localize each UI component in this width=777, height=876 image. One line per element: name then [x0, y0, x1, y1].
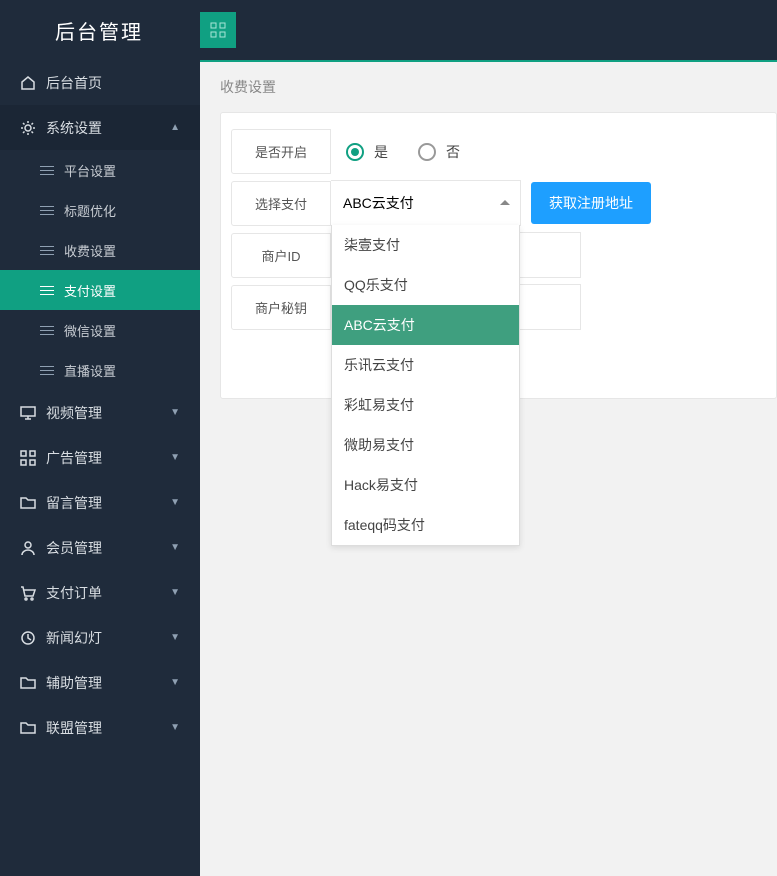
sidebar-item-0[interactable]: 后台首页 — [0, 60, 200, 105]
select-option-5[interactable]: 微助易支付 — [332, 425, 519, 465]
monitor-icon — [20, 405, 36, 421]
select-option-1[interactable]: QQ乐支付 — [332, 265, 519, 305]
sidebar-item-label: 新闻幻灯 — [46, 628, 102, 648]
chevron-down-icon: ▼ — [170, 542, 180, 553]
radio-no[interactable]: 否 — [418, 142, 460, 162]
chevron-up-icon: ▲ — [170, 122, 180, 133]
sidebar-item-label: 系统设置 — [46, 118, 102, 138]
settings-card: 是否开启 是 否 选择支付 ABC云支付 柒壹支付QQ乐支付ABC云支付 — [220, 112, 777, 399]
sidebar: 后台首页系统设置▲平台设置标题优化收费设置支付设置微信设置直播设置视频管理▼广告… — [0, 60, 200, 876]
sidebar-item-label: 留言管理 — [46, 493, 102, 513]
label-merchant-id: 商户ID — [231, 233, 331, 278]
sidebar-sub-item-1-3[interactable]: 支付设置 — [0, 270, 200, 310]
select-pay-options-list: 柒壹支付QQ乐支付ABC云支付乐讯云支付彩虹易支付微助易支付Hack易支付fat… — [331, 225, 520, 546]
lines-icon — [40, 366, 54, 375]
row-enable: 是否开启 是 否 — [221, 129, 776, 174]
sidebar-item-2[interactable]: 视频管理 ▼ — [0, 390, 200, 435]
sidebar-sub-item-1-5[interactable]: 直播设置 — [0, 350, 200, 390]
top-header: 后台管理 — [0, 0, 777, 60]
folder-icon — [20, 675, 36, 691]
clock-icon — [20, 630, 36, 646]
sidebar-sub-item-1-1[interactable]: 标题优化 — [0, 190, 200, 230]
sidebar-item-label: 广告管理 — [46, 448, 102, 468]
breadcrumb: 收费设置 — [200, 62, 777, 112]
sidebar-sub-label: 直播设置 — [64, 361, 116, 380]
user-icon — [20, 540, 36, 556]
row-select-pay: 选择支付 ABC云支付 柒壹支付QQ乐支付ABC云支付乐讯云支付彩虹易支付微助易… — [221, 180, 776, 226]
lines-icon — [40, 246, 54, 255]
select-option-7[interactable]: fateqq码支付 — [332, 505, 519, 545]
folder-icon — [20, 720, 36, 736]
sidebar-sub-item-1-0[interactable]: 平台设置 — [0, 150, 200, 190]
chevron-down-icon: ▼ — [170, 407, 180, 418]
lines-icon — [40, 166, 54, 175]
grid-icon — [20, 450, 36, 466]
sidebar-sub-label: 微信设置 — [64, 321, 116, 340]
cart-icon — [20, 585, 36, 601]
select-option-2[interactable]: ABC云支付 — [332, 305, 519, 345]
chevron-down-icon: ▼ — [170, 722, 180, 733]
select-pay-dropdown[interactable]: ABC云支付 柒壹支付QQ乐支付ABC云支付乐讯云支付彩虹易支付微助易支付Hac… — [331, 180, 521, 226]
lines-icon — [40, 206, 54, 215]
sidebar-item-6[interactable]: 支付订单 ▼ — [0, 570, 200, 615]
radio-yes[interactable]: 是 — [346, 142, 388, 162]
select-pay-value: ABC云支付 — [343, 193, 414, 213]
sidebar-item-label: 后台首页 — [46, 73, 102, 93]
chevron-down-icon: ▼ — [170, 497, 180, 508]
radio-circle-icon — [418, 143, 436, 161]
sidebar-item-5[interactable]: 会员管理 ▼ — [0, 525, 200, 570]
select-option-4[interactable]: 彩虹易支付 — [332, 385, 519, 425]
lines-icon — [40, 286, 54, 295]
sidebar-item-8[interactable]: 辅助管理 ▼ — [0, 660, 200, 705]
chevron-down-icon: ▼ — [170, 677, 180, 688]
chevron-down-icon: ▼ — [170, 587, 180, 598]
sidebar-sub-label: 标题优化 — [64, 201, 116, 220]
radio-circle-icon — [346, 143, 364, 161]
sidebar-item-label: 辅助管理 — [46, 673, 102, 693]
sidebar-item-label: 联盟管理 — [46, 718, 102, 738]
dashboard-grid-button[interactable] — [200, 12, 236, 48]
grid-icon — [210, 22, 226, 38]
sidebar-sub-item-1-2[interactable]: 收费设置 — [0, 230, 200, 270]
select-option-6[interactable]: Hack易支付 — [332, 465, 519, 505]
enable-radio-group: 是 否 — [331, 142, 460, 162]
sidebar-item-9[interactable]: 联盟管理 ▼ — [0, 705, 200, 750]
get-register-url-button[interactable]: 获取注册地址 — [531, 182, 651, 224]
chevron-down-icon: ▼ — [170, 452, 180, 463]
sidebar-sub-label: 支付设置 — [64, 281, 116, 300]
folder-icon — [20, 495, 36, 511]
app-title: 后台管理 — [0, 16, 200, 45]
main-content: 收费设置 是否开启 是 否 选择支付 ABC云支 — [200, 60, 777, 876]
sidebar-item-label: 会员管理 — [46, 538, 102, 558]
sidebar-item-label: 支付订单 — [46, 583, 102, 603]
label-enable: 是否开启 — [231, 129, 331, 174]
lines-icon — [40, 326, 54, 335]
radio-yes-label: 是 — [374, 142, 388, 162]
select-option-0[interactable]: 柒壹支付 — [332, 225, 519, 265]
select-option-3[interactable]: 乐讯云支付 — [332, 345, 519, 385]
chevron-down-icon: ▼ — [170, 632, 180, 643]
home-icon — [20, 75, 36, 91]
label-merchant-key: 商户秘钥 — [231, 285, 331, 330]
sidebar-item-4[interactable]: 留言管理 ▼ — [0, 480, 200, 525]
sidebar-sub-item-1-4[interactable]: 微信设置 — [0, 310, 200, 350]
radio-no-label: 否 — [446, 142, 460, 162]
sidebar-item-label: 视频管理 — [46, 403, 102, 423]
gear-icon — [20, 120, 36, 136]
sidebar-sub-label: 平台设置 — [64, 161, 116, 180]
label-select-pay: 选择支付 — [231, 181, 331, 226]
sidebar-item-1[interactable]: 系统设置 ▲ — [0, 105, 200, 150]
sidebar-item-7[interactable]: 新闻幻灯 ▼ — [0, 615, 200, 660]
sidebar-sub-label: 收费设置 — [64, 241, 116, 260]
sidebar-item-3[interactable]: 广告管理 ▼ — [0, 435, 200, 480]
